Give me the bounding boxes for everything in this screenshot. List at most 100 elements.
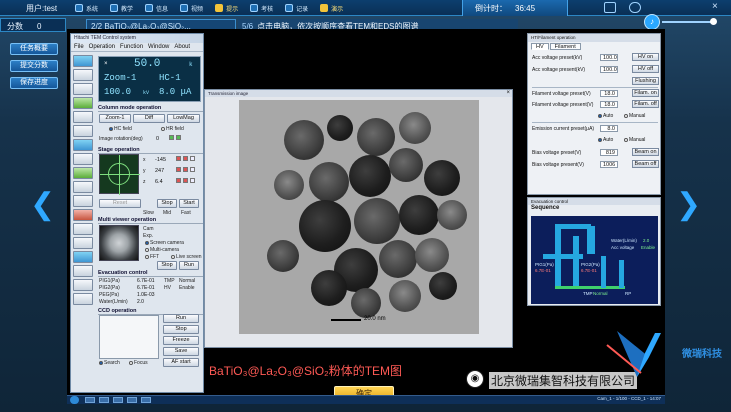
volume-slider[interactable] xyxy=(662,21,714,23)
tab-filament[interactable]: Filament xyxy=(549,43,581,50)
radio-focus[interactable]: Focus xyxy=(129,360,148,366)
emission-current-preset[interactable]: 8.0 xyxy=(600,125,618,132)
speed-mid[interactable]: Mid xyxy=(163,210,171,216)
ccd-freeze-button[interactable]: Freeze xyxy=(163,336,199,345)
taskbar-app-icon-3[interactable] xyxy=(113,397,123,403)
evacuation-title: Evacuation control xyxy=(98,270,203,277)
acc-voltage-preset[interactable]: 100.0 xyxy=(600,54,618,61)
tool-icon-10[interactable] xyxy=(73,181,93,193)
stage-y-stepper[interactable] xyxy=(175,167,196,173)
next-arrow-icon[interactable]: ❯ xyxy=(676,190,701,220)
lowmag-button[interactable]: LowMag xyxy=(167,114,200,123)
taskbar-app-icon-5[interactable] xyxy=(141,397,151,403)
stage-z-stepper[interactable] xyxy=(175,178,196,184)
multi-viewer-thumbnail[interactable] xyxy=(99,225,139,261)
volume-knob[interactable] xyxy=(710,18,717,25)
ccd-af-start-button[interactable]: AF start xyxy=(163,358,199,367)
tool-icon-1[interactable] xyxy=(73,55,93,67)
taskbar-app-icon-4[interactable] xyxy=(127,397,137,403)
start-stage-button[interactable]: Start xyxy=(179,199,199,208)
filament-on-button[interactable]: Filam. on xyxy=(632,89,659,97)
hv-on-button[interactable]: HV on xyxy=(632,53,659,61)
tab-hv[interactable]: HV xyxy=(531,43,549,50)
speed-fast[interactable]: Fast xyxy=(181,210,191,216)
tool-icon-18[interactable] xyxy=(73,293,93,305)
taskbar-app-icon-1[interactable] xyxy=(85,397,95,403)
tool-icon-9[interactable] xyxy=(73,167,93,179)
tool-icon-13[interactable] xyxy=(73,223,93,235)
emission-mode-manual[interactable]: Manual xyxy=(624,137,645,143)
tool-icon-12[interactable] xyxy=(73,209,93,221)
nav-video[interactable]: 视频 xyxy=(180,4,203,13)
stage-joystick[interactable] xyxy=(99,154,140,195)
tool-icon-8[interactable] xyxy=(73,153,93,165)
option-live-screen[interactable]: Live screen xyxy=(171,254,202,260)
radio-hc-field[interactable]: HC field xyxy=(109,126,132,132)
volume-icon[interactable]: ♪ xyxy=(644,14,660,30)
nav-info[interactable]: 信息 xyxy=(145,4,168,13)
tool-icon-16[interactable] xyxy=(73,265,93,277)
rotation-stepper[interactable] xyxy=(168,135,182,141)
task-summary-button[interactable]: 任务概要 xyxy=(10,43,58,55)
stop-stage-button[interactable]: Stop xyxy=(157,199,177,208)
taskbar-app-icon-2[interactable] xyxy=(99,397,109,403)
bias-voltage-preset[interactable]: 819 xyxy=(600,149,618,156)
viewer-run-button[interactable]: Run xyxy=(179,261,199,270)
tool-icon-5[interactable] xyxy=(73,111,93,123)
diff-button[interactable]: Diff xyxy=(133,114,165,123)
stage-x-stepper[interactable] xyxy=(175,156,196,162)
ccd-save-button[interactable]: Save xyxy=(163,347,199,356)
beam-on-button[interactable]: Beam on xyxy=(632,148,659,156)
fullscreen-icon[interactable] xyxy=(604,2,616,13)
nav-record[interactable]: 记录 xyxy=(285,4,308,13)
filament-voltage-preset[interactable]: 18.0 xyxy=(600,90,618,97)
tool-icon-6[interactable] xyxy=(73,125,93,137)
filament-mode-manual[interactable]: Manual xyxy=(624,113,645,119)
menu-file[interactable]: File xyxy=(74,44,84,50)
windows-taskbar: Cam_1 - 1/100 - CCD_1 - 14:07 xyxy=(67,395,665,404)
save-progress-button[interactable]: 保存进度 xyxy=(10,77,58,89)
vacuum-diagram: Water(L/min) 2.0 Acc voltage Enable PIG1… xyxy=(531,216,658,304)
radio-hr-field[interactable]: HR field xyxy=(161,126,184,132)
menu-window[interactable]: Window xyxy=(148,44,169,50)
nav-exam[interactable]: 考核 xyxy=(250,4,273,13)
flushing-button[interactable]: Flushing xyxy=(632,77,659,85)
tool-icon-17[interactable] xyxy=(73,279,93,291)
option-screen-camera[interactable]: Screen camera xyxy=(145,240,184,246)
filament-off-button[interactable]: Filam. off xyxy=(632,100,659,108)
emission-mode-auto[interactable]: Auto xyxy=(598,137,613,143)
prev-arrow-icon[interactable]: ❮ xyxy=(30,190,55,220)
tool-icon-3[interactable] xyxy=(73,83,93,95)
nav-system[interactable]: 系统 xyxy=(75,4,98,13)
menu-function[interactable]: Function xyxy=(120,44,143,50)
submit-score-button[interactable]: 提交分数 xyxy=(10,60,58,72)
option-multi-camera[interactable]: Multi-camera xyxy=(145,247,179,253)
nav-teaching[interactable]: 教学 xyxy=(110,4,133,13)
hv-off-button[interactable]: HV off xyxy=(632,65,659,73)
ccd-run-button[interactable]: Run xyxy=(163,314,199,323)
filament-mode-auto[interactable]: Auto xyxy=(598,113,613,119)
start-button-icon[interactable] xyxy=(70,396,79,404)
tool-icon-7[interactable] xyxy=(73,139,93,151)
settings-icon[interactable] xyxy=(629,2,641,13)
tool-icon-14[interactable] xyxy=(73,237,93,249)
option-fft[interactable]: FFT xyxy=(145,254,159,260)
tool-icon-11[interactable] xyxy=(73,195,93,207)
menu-operation[interactable]: Operation xyxy=(89,44,115,50)
radio-search[interactable]: Search xyxy=(99,360,120,366)
zoom-1-button[interactable]: Zoom-1 xyxy=(99,114,131,123)
teaching-icon xyxy=(110,4,119,12)
beam-off-button[interactable]: Beam off xyxy=(632,160,659,168)
close-icon[interactable]: × xyxy=(712,1,718,12)
menu-about[interactable]: About xyxy=(174,44,190,50)
speed-slow[interactable]: Slow xyxy=(143,210,154,216)
viewer-stop-button[interactable]: Stop xyxy=(157,261,177,270)
tool-icon-15[interactable] xyxy=(73,251,93,263)
tem-close-icon[interactable]: × xyxy=(506,90,510,96)
tool-icon-2[interactable] xyxy=(73,69,93,81)
tool-icon-4[interactable] xyxy=(73,97,93,109)
reset-button[interactable]: Reset xyxy=(99,199,141,208)
ccd-stop-button[interactable]: Stop xyxy=(163,325,199,334)
nav-demo[interactable]: 演示 xyxy=(320,4,343,13)
nav-hint[interactable]: 提示 xyxy=(215,4,238,13)
